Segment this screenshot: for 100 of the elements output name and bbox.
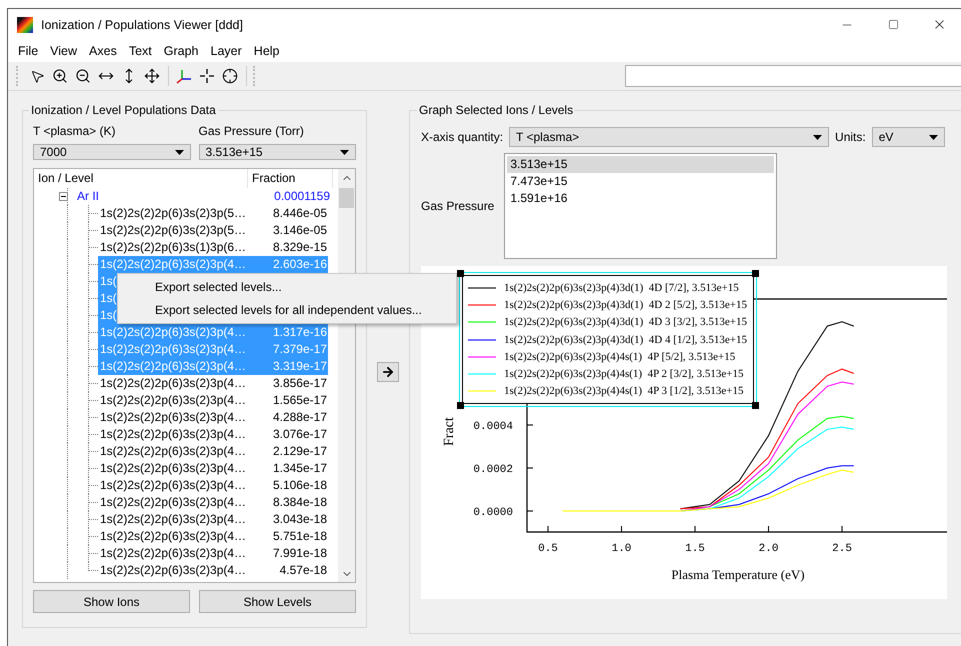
menu-item[interactable]: Text bbox=[122, 42, 158, 60]
y-tick-label: 0.0004 bbox=[473, 421, 513, 433]
level-row[interactable]: 1s(2)2s(2)2p(6)3s(2)3p(4… 1.345e-17 bbox=[98, 460, 328, 477]
y-tick-label: 0.0002 bbox=[473, 464, 513, 476]
x-axis-dropdown[interactable]: T <plasma> bbox=[509, 127, 830, 147]
pressure-dropdown[interactable]: 3.513e+15 bbox=[198, 144, 356, 160]
legend-selection-frame[interactable] bbox=[459, 272, 757, 408]
level-label: 1s(2)2s(2)2p(6)3s(2)3p(4… bbox=[99, 392, 246, 409]
legend-label: 1s(2)2s(2)2p(6)3s(2)3p(4)3d(1) 4D 3 [3/2], 3.513e+15 bbox=[504, 315, 747, 330]
fraction-value: 3.043e-18 bbox=[272, 511, 328, 528]
menu-item[interactable]: Axes bbox=[83, 42, 123, 60]
menu-item[interactable]: View bbox=[44, 42, 84, 60]
level-label: 1s( bbox=[99, 307, 117, 324]
column-header[interactable]: Fraction bbox=[248, 169, 333, 188]
legend-label: 1s(2)2s(2)2p(6)3s(2)3p(4)4s(1) 4P [5/2], 3.513e+15 bbox=[504, 350, 736, 364]
fraction-value: 3.076e-17 bbox=[272, 426, 328, 443]
show-button[interactable]: Show Ions bbox=[33, 590, 190, 613]
temperature-dropdown[interactable]: 7000 bbox=[33, 144, 190, 160]
menu-item[interactable]: Layer bbox=[204, 42, 248, 60]
fraction-value: 3.319e-17 bbox=[272, 358, 328, 375]
fraction-value: 0.0001159 bbox=[274, 188, 330, 205]
dropdown-caret-icon bbox=[928, 134, 938, 140]
level-row[interactable]: 1s(2)2s(2)2p(6)3s(2)3p(4… 2.129e-17 bbox=[98, 443, 328, 460]
show-button[interactable]: Show Levels bbox=[199, 590, 356, 613]
fraction-value: 2.129e-17 bbox=[272, 443, 328, 460]
legend-line-icon bbox=[468, 356, 496, 358]
level-label: 1s(2)2s(2)2p(6)3s(2)3p(4… bbox=[99, 409, 246, 426]
resize-handle[interactable] bbox=[457, 402, 464, 410]
y-axis-title: Fract bbox=[442, 417, 457, 446]
resize-handle[interactable] bbox=[752, 402, 759, 410]
dropdown-caret-icon bbox=[813, 134, 822, 140]
units-dropdown[interactable]: eV bbox=[872, 127, 945, 147]
legend-label: 1s(2)2s(2)2p(6)3s(2)3p(4)3d(1) 4D [7/2], 3.513e+15 bbox=[504, 280, 739, 295]
fraction-value: 5.106e-18 bbox=[272, 477, 328, 494]
x-tick-label: 0.5 bbox=[538, 543, 558, 555]
fraction-value: 8.329e-15 bbox=[272, 239, 328, 256]
level-label: 1s( bbox=[99, 290, 117, 307]
level-label: 1s(2)2s(2)2p(6)3s(2)3p(4… bbox=[99, 511, 246, 528]
fraction-value: 1.317e-16 bbox=[272, 324, 328, 341]
level-label: 1s(2)2s(2)2p(6)3s(2)3p(5… bbox=[99, 222, 246, 239]
x-tick-label: 1.5 bbox=[685, 543, 705, 555]
fraction-value: 1.345e-17 bbox=[272, 460, 328, 477]
scroll-thumb[interactable] bbox=[339, 188, 354, 208]
level-row[interactable]: 1s(2)2s(2)2p(6)3s(2)3p(5… 3.146e-05 bbox=[98, 222, 328, 239]
level-row[interactable]: 1s(2)2s(2)2p(6)3s(2)3p(5… 8.446e-05 bbox=[98, 205, 328, 222]
level-row[interactable]: 1s(2)2s(2)2p(6)3s(2)3p(4… 5.106e-18 bbox=[98, 477, 328, 494]
level-row[interactable]: 1s(2)2s(2)2p(6)3s(2)3p(4… 5.751e-18 bbox=[98, 528, 328, 545]
level-row[interactable]: 1s(2)2s(2)2p(6)3s(2)3p(4… 4.288e-17 bbox=[98, 409, 328, 426]
level-label: 1s(2)2s(2)2p(6)3s(2)3p(4… bbox=[99, 562, 246, 579]
level-row[interactable]: 1s(2)2s(2)2p(6)3s(2)3p(4… 3.076e-17 bbox=[98, 426, 328, 443]
level-row[interactable]: 1s(2)2s(2)2p(6)3s(1)3p(6… 8.329e-15 bbox=[98, 239, 328, 256]
fraction-value: 7.991e-18 bbox=[272, 545, 328, 562]
menu-entry[interactable]: Export selected levels... bbox=[118, 276, 456, 299]
legend-label: 1s(2)2s(2)2p(6)3s(2)3p(4)3d(1) 4D 4 [1/2], 3.513e+15 bbox=[504, 332, 747, 347]
legend-line-icon bbox=[468, 304, 496, 306]
ion-label[interactable]: Ar II bbox=[77, 188, 100, 205]
level-label: 1s(2)2s(2)2p(6)3s(2)3p(4… bbox=[99, 494, 246, 511]
legend-line-icon bbox=[468, 390, 496, 392]
level-row[interactable]: 1s(2)2s(2)2p(6)3s(2)3p(4… 7.991e-18 bbox=[98, 545, 328, 562]
resize-handle[interactable] bbox=[457, 270, 464, 277]
level-row[interactable]: 1s(2)2s(2)2p(6)3s(2)3p(4… 1.565e-17 bbox=[98, 392, 328, 409]
fraction-value: 1.565e-17 bbox=[272, 392, 328, 409]
group-title: Ionization / Level Populations Data bbox=[30, 103, 217, 117]
menu-entry[interactable]: Export selected levels for all independent values... bbox=[118, 299, 456, 322]
level-row[interactable]: 1s(2)2s(2)2p(6)3s(2)3p(4… 4.57e-18 bbox=[98, 562, 328, 579]
menu-item[interactable]: Graph bbox=[158, 42, 205, 60]
list-item[interactable]: 1.591e+16 bbox=[507, 190, 774, 207]
fraction-value: 4.288e-17 bbox=[272, 409, 328, 426]
level-label: 1s(2)2s(2)2p(6)3s(1)3p(6… bbox=[99, 239, 246, 256]
search-field[interactable] bbox=[625, 65, 961, 87]
resize-handle[interactable] bbox=[752, 270, 759, 277]
level-label: 1s(2)2s(2)2p(6)3s(2)3p(4… bbox=[99, 545, 246, 562]
maximize-icon[interactable] bbox=[888, 19, 898, 30]
legend-label: 1s(2)2s(2)2p(6)3s(2)3p(4)4s(1) 4P 2 [3/2], 3.513e+15 bbox=[504, 367, 744, 382]
legend-label: 1s(2)2s(2)2p(6)3s(2)3p(4)4s(1) 4P 3 [1/2], 3.513e+15 bbox=[504, 384, 744, 398]
fraction-value: 3.146e-05 bbox=[272, 222, 328, 239]
fraction-value: 4.57e-18 bbox=[280, 562, 328, 579]
menu-item[interactable]: File bbox=[12, 42, 44, 60]
column-header[interactable]: Ion / Level bbox=[34, 169, 248, 188]
level-label: 1s(2)2s(2)2p(6)3s(2)3p(4… bbox=[99, 528, 246, 545]
level-row[interactable]: 1s(2)2s(2)2p(6)3s(2)3p(4… 3.043e-18 bbox=[98, 511, 328, 528]
menu-item[interactable]: Help bbox=[248, 42, 286, 60]
group-title: Graph Selected Ions / Levels bbox=[418, 103, 574, 117]
list-item[interactable]: 3.513e+15 bbox=[507, 156, 774, 173]
level-label: 1s(2)2s(2)2p(6)3s(2)3p(4… bbox=[99, 324, 246, 341]
dropdown-caret-icon bbox=[174, 150, 184, 154]
collapse-icon[interactable] bbox=[59, 192, 68, 201]
level-label: 1s(2)2s(2)2p(6)3s(2)3p(4… bbox=[99, 375, 246, 392]
level-label: 1s(2)2s(2)2p(6)3s(2)3p(4… bbox=[99, 256, 246, 273]
field-label: Gas Pressure (Torr) bbox=[198, 123, 305, 139]
app-icon bbox=[17, 16, 33, 32]
level-label: 1s( bbox=[99, 273, 117, 290]
fraction-value: 2.603e-16 bbox=[272, 256, 328, 273]
y-tick-label: 0.0000 bbox=[473, 507, 513, 519]
dropdown-caret-icon bbox=[340, 150, 349, 154]
level-row[interactable]: 1s(2)2s(2)2p(6)3s(2)3p(4… 8.384e-18 bbox=[98, 494, 328, 511]
level-row[interactable]: 1s(2)2s(2)2p(6)3s(2)3p(4… 3.856e-17 bbox=[98, 375, 328, 392]
add-to-graph-button[interactable] bbox=[377, 362, 399, 382]
level-label: 1s(2)2s(2)2p(6)3s(2)3p(4… bbox=[99, 341, 246, 358]
list-item[interactable]: 7.473e+15 bbox=[507, 173, 774, 190]
